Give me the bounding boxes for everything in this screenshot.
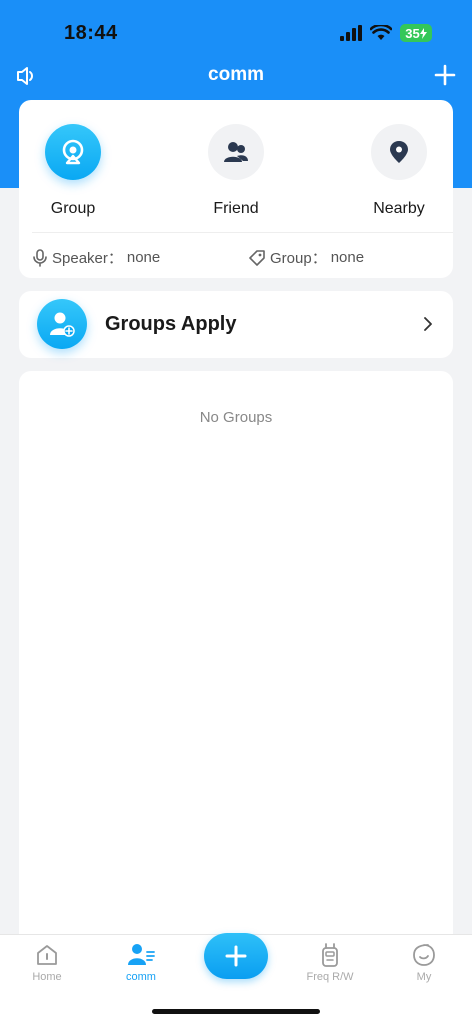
speaker-label: Speaker： xyxy=(52,250,123,267)
tab-freq[interactable]: Freq R/W xyxy=(290,943,370,983)
status-indicators: 35 xyxy=(340,24,432,42)
wifi-icon xyxy=(370,25,392,40)
group-info: Group： none xyxy=(248,247,364,268)
chevron-right-icon xyxy=(424,317,432,331)
category-group-button[interactable] xyxy=(45,124,101,180)
add-user-avatar xyxy=(37,299,87,349)
tag-icon xyxy=(249,249,265,266)
page-title: comm xyxy=(208,64,264,85)
tab-my-label: My xyxy=(416,971,432,983)
status-bar: 18:44 35 xyxy=(0,0,472,58)
home-indicator xyxy=(152,1009,320,1014)
add-icon[interactable] xyxy=(434,64,456,86)
walkie-talkie-icon xyxy=(322,943,338,967)
groups-apply-row[interactable]: Groups Apply xyxy=(19,291,453,358)
location-pin-icon xyxy=(390,141,408,163)
groups-list: No Groups xyxy=(19,371,453,951)
group-label: Group： xyxy=(270,250,327,267)
category-nearby-label: Nearby xyxy=(373,200,425,217)
charging-bolt-icon xyxy=(419,27,427,39)
tab-home-label: Home xyxy=(32,971,62,983)
home-icon xyxy=(37,945,57,965)
category-nearby-button[interactable] xyxy=(371,124,427,180)
group-value: none xyxy=(330,249,365,266)
tab-freq-label: Freq R/W xyxy=(306,971,354,983)
category-group-label: Group xyxy=(50,200,96,217)
speaker-info: Speaker： none xyxy=(32,247,160,268)
groups-apply-label: Groups Apply xyxy=(105,313,237,335)
category-friend-label: Friend xyxy=(213,200,259,217)
divider xyxy=(32,232,453,233)
profile-icon xyxy=(413,944,435,966)
battery-level: 35 xyxy=(405,25,420,41)
friends-icon xyxy=(224,142,248,162)
empty-state-text: No Groups xyxy=(199,409,273,426)
tab-my[interactable]: My xyxy=(384,943,464,983)
group-camera-icon xyxy=(62,139,84,165)
signal-icon xyxy=(340,25,362,41)
nav-bar: comm xyxy=(0,58,472,94)
speaker-value: none xyxy=(126,249,161,266)
category-friend-button[interactable] xyxy=(208,124,264,180)
plus-icon xyxy=(225,945,247,967)
status-time: 18:44 xyxy=(64,22,118,44)
tab-comm[interactable]: comm xyxy=(101,943,181,983)
add-user-icon xyxy=(50,312,75,337)
tab-comm-label: comm xyxy=(126,971,156,983)
category-card: Group Friend Nearby Speaker： none Group： xyxy=(19,100,453,278)
tab-home[interactable]: Home xyxy=(7,943,87,983)
comm-icon xyxy=(128,944,155,965)
microphone-icon xyxy=(33,248,47,267)
add-button[interactable] xyxy=(204,933,268,979)
battery-icon: 35 xyxy=(400,24,432,42)
